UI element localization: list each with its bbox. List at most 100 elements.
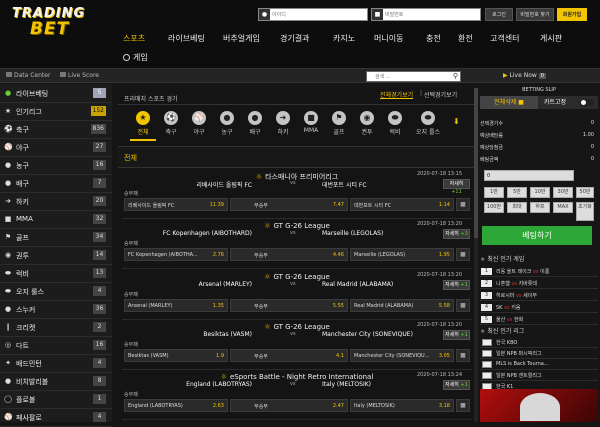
clear-all-button[interactable]: 전체삭제 ■ [480,96,538,109]
sport-filter-rugby[interactable]: ⬬ 럭비 [382,107,408,141]
quick-amount-button[interactable]: 1만 [484,187,504,198]
away-odds-button[interactable]: 데번포트 시티 FC 1.14 [350,198,454,211]
stake-field[interactable] [484,170,574,181]
sidebar-item-soccer[interactable]: ⚽ 축구 836 [0,120,112,139]
draw-odds-button[interactable]: 무승부 5.55 [230,299,348,312]
sidebar-item-snooker[interactable]: ● 스누커 36 [0,300,112,319]
hot-league-item[interactable]: 일본 NPB 센트럴리그 [480,370,598,381]
sport-filter-hockey[interactable]: ➜ 하키 [270,107,296,141]
sidebar-item-boxing[interactable]: ◉ 권투 14 [0,246,112,265]
home-odds-button[interactable]: 리베사이드 올림픽 FC 11.39 [124,198,228,211]
details-button[interactable]: 자세히 +1 [443,330,470,340]
quick-amount-button[interactable]: 30만 [553,187,573,198]
sidebar-item-live[interactable]: ● 라이브베팅 5 [0,84,112,103]
sport-filter-soccer[interactable]: ⚽ 축구 [158,107,184,141]
nav-live-betting[interactable]: 라이브베팅 [168,33,205,44]
sidebar-item-darts[interactable]: ◎ 다트 16 [0,336,112,355]
hot-game-item[interactable]: 2 니혼햄 vs 지바롯데 [480,278,598,289]
draw-odds-button[interactable]: 무승부 2.47 [230,399,348,412]
quick-amount-button[interactable]: 최대 [507,202,527,213]
sport-filter-baseball[interactable]: ⚾ 야구 [186,107,212,141]
sidebar-item-floorball[interactable]: ◯ 플로볼 1 [0,390,112,409]
nav-sports[interactable]: 스포츠 [123,33,145,44]
sidebar-item-baseball[interactable]: ⚾ 야구 27 [0,138,112,157]
details-button[interactable]: 자세히 +1 [443,380,470,390]
place-bet-button[interactable]: 베팅하기 [482,226,592,245]
login-button[interactable]: 로그인 [485,8,513,21]
data-center-link[interactable]: Data Center [6,72,50,79]
site-logo[interactable]: TRADING BET [12,6,107,40]
sidebar-item-golf[interactable]: ⚑ 골프 34 [0,228,112,247]
details-button[interactable]: 자세히 +11 [443,179,470,195]
quick-amount-button[interactable]: 50만 [576,187,594,198]
quick-amount-button[interactable]: MAX [553,202,573,213]
search-input[interactable] [367,72,449,81]
promo-banner[interactable] [480,389,598,422]
away-odds-button[interactable]: Marseille (LEGOLAS) 1.95 [350,248,454,261]
sport-filter-boxing[interactable]: ◉ 권투 [354,107,380,141]
sidebar-item-basketball[interactable]: ● 농구 16 [0,156,112,175]
toggle-switch[interactable] [580,99,594,106]
nav-withdraw[interactable]: 환전 [458,33,473,44]
nav-money-transfer[interactable]: 머니이동 [374,33,403,44]
sidebar-item-mma[interactable]: ■ MMA 32 [0,210,112,229]
nav-game[interactable]: 게임 [123,52,148,63]
quick-amount-button[interactable]: 5만 [507,187,527,198]
stake-input[interactable] [485,171,573,180]
sport-filter-basketball[interactable]: ● 농구 [214,107,240,141]
search-icon[interactable]: ⚲ [453,72,458,81]
reset-button[interactable]: 초기화 [576,202,594,221]
home-odds-button[interactable]: England (LABOTRYAS) 2.63 [124,399,228,412]
hot-game-item[interactable]: 3 히로시마 vs 세이부 [480,290,598,301]
quick-amount-button[interactable]: 10만 [530,187,550,198]
quick-amount-button[interactable]: 100만 [484,202,504,213]
sport-filter-volleyball[interactable]: ● 배구 [242,107,268,141]
password-input[interactable] [385,9,479,20]
sidebar-item-volleyball[interactable]: ● 배구 7 [0,174,112,193]
hot-game-item[interactable]: 5 울산 vs 한화 [480,314,598,325]
live-score-link[interactable]: Live Score [60,72,99,79]
expand-arrow-icon[interactable]: ⬇ [453,117,460,126]
sidebar-item-cricket[interactable]: ❙ 크리켓 2 [0,318,112,337]
away-odds-button[interactable]: Italy (MELTOSIK) 3.18 [350,399,454,412]
sidebar-item-badminton[interactable]: ✦ 배드민턴 4 [0,354,112,373]
details-button[interactable]: 자세히 +3 [443,229,470,239]
live-now-indicator[interactable]: ▶ Live Now 0 [503,72,546,79]
nav-board[interactable]: 게시판 [540,33,562,44]
draw-odds-button[interactable]: 무승부 7.47 [230,198,348,211]
home-odds-button[interactable]: Arsenal (MARLEY) 1.35 [124,299,228,312]
hot-league-item[interactable]: 한국 KBO [480,337,598,348]
tab-selected-matches[interactable]: 선택경기보기 [424,90,457,99]
hot-game-item[interactable]: 4 SK vs 키움 [480,302,598,313]
sidebar-item-popular[interactable]: ★ 인기리그 152 [0,102,112,121]
sidebar-item-hockey[interactable]: ➜ 하키 20 [0,192,112,211]
sidebar-item-rugby[interactable]: ⬬ 럭비 13 [0,264,112,283]
home-odds-button[interactable]: FC Kopenhagen (AIBOTHA... 2.76 [124,248,228,261]
sport-filter-golf[interactable]: ⚑ 골프 [326,107,352,141]
sport-filter-all[interactable]: ★ 전체 [130,107,156,141]
login-id-field[interactable]: ● [258,8,368,21]
draw-odds-button[interactable]: 무승부 4.1 [230,349,348,362]
quick-amount-button[interactable]: 하프 [530,202,550,213]
hot-league-item[interactable]: 일본 NPB 퍼시픽리그 [480,348,598,359]
sidebar-item-pesapallo[interactable]: ⚾ 페사팔로 4 [0,408,112,427]
sport-filter-aussie-rules[interactable]: ⬬ 오지 룰스 [412,107,444,141]
sidebar-item-aussie-rules[interactable]: ⬬ 오지 룰스 4 [0,282,112,301]
nav-casino[interactable]: 카지노 [333,33,355,44]
tab-all-matches[interactable]: 전체경기보기 [380,90,413,99]
join-button[interactable]: 회원가입 [557,8,587,21]
login-pw-field[interactable]: ■ [371,8,481,21]
find-password-button[interactable]: 비밀번호 찾기 [516,8,554,21]
details-button[interactable]: 자세히 +1 [443,280,470,290]
hot-game-item[interactable]: 1 리옹 올트 레이크 vs 이롬 [480,266,598,277]
search-box[interactable]: ⚲ [366,71,461,82]
nav-customer-center[interactable]: 고객센터 [490,33,519,44]
sport-filter-mma[interactable]: ■ MMA [298,107,324,141]
home-odds-button[interactable]: Besiktas (VASM) 1.9 [124,349,228,362]
cart-fix-toggle[interactable]: 카트고정 [540,96,598,109]
draw-odds-button[interactable]: 무승부 4.46 [230,248,348,261]
away-odds-button[interactable]: Manchester City (SONEVIQU... 3.05 [350,349,454,362]
id-input[interactable] [272,9,366,20]
nav-results[interactable]: 경기결과 [280,33,309,44]
hot-league-item[interactable]: MLS is Back Tourna... [480,359,598,370]
